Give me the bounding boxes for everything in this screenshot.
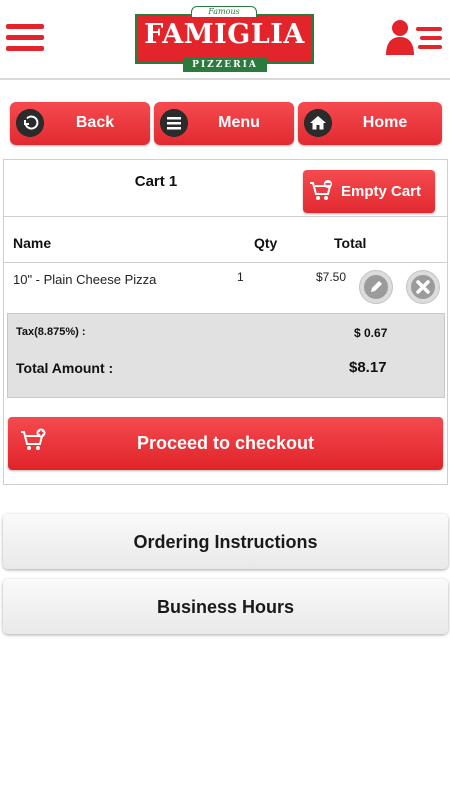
column-header-name: Name xyxy=(13,235,52,251)
close-icon xyxy=(411,275,435,299)
home-icon xyxy=(304,109,332,137)
cart-card: Cart 1 Empty Cart Name Qty Total 10" - P… xyxy=(3,159,448,485)
business-hours-label: Business Hours xyxy=(156,597,295,617)
tax-value: $ 0.67 xyxy=(354,326,388,340)
empty-cart-button[interactable]: Empty Cart xyxy=(303,170,435,213)
edit-item-button[interactable] xyxy=(359,270,393,304)
business-hours-section[interactable]: Business Hours xyxy=(3,579,448,634)
menu-label: Menu xyxy=(218,114,260,131)
total-value: $8.17 xyxy=(349,359,387,376)
nav-bar: Back Menu Home xyxy=(10,102,442,145)
hamburger-icon[interactable] xyxy=(6,24,44,54)
famiglia-logo[interactable]: Famous FAMIGLIA PIZZERIA xyxy=(135,6,314,72)
order-summary: Tax(8.875%) : $ 0.67 Total Amount : $8.1… xyxy=(7,313,445,398)
item-name: 10" - Plain Cheese Pizza xyxy=(13,272,157,287)
back-button[interactable]: Back xyxy=(10,102,150,145)
home-label: Home xyxy=(362,114,408,131)
user-list-icon[interactable] xyxy=(384,18,444,56)
back-label: Back xyxy=(75,114,115,131)
item-qty: 1 xyxy=(237,270,244,284)
menu-lines-icon xyxy=(160,109,188,137)
cart-remove-icon xyxy=(310,180,332,200)
delete-item-button[interactable] xyxy=(406,270,440,304)
ordering-instructions-section[interactable]: Ordering Instructions xyxy=(3,514,448,569)
column-header-qty: Qty xyxy=(254,235,278,251)
cart-title: Cart 1 xyxy=(134,173,178,190)
checkout-button[interactable]: Proceed to checkout xyxy=(8,417,443,470)
logo-name: FAMIGLIA xyxy=(144,19,305,50)
back-arrow-icon xyxy=(16,109,44,137)
item-total: $7.50 xyxy=(316,270,347,284)
checkout-label: Proceed to checkout xyxy=(136,433,315,453)
tax-label: Tax(8.875%) : xyxy=(16,326,86,338)
empty-cart-label: Empty Cart xyxy=(341,183,422,200)
divider xyxy=(4,262,447,263)
pencil-icon xyxy=(364,275,388,299)
ordering-instructions-label: Ordering Instructions xyxy=(133,532,318,552)
total-label: Total Amount : xyxy=(16,360,114,376)
divider xyxy=(4,216,447,217)
app-header: Famous FAMIGLIA PIZZERIA xyxy=(0,0,450,80)
column-header-total: Total xyxy=(334,235,367,251)
home-button[interactable]: Home xyxy=(298,102,442,145)
logo-subtitle: PIZZERIA xyxy=(183,58,267,72)
logo-top-text: Famous xyxy=(191,6,257,18)
menu-button[interactable]: Menu xyxy=(154,102,294,145)
